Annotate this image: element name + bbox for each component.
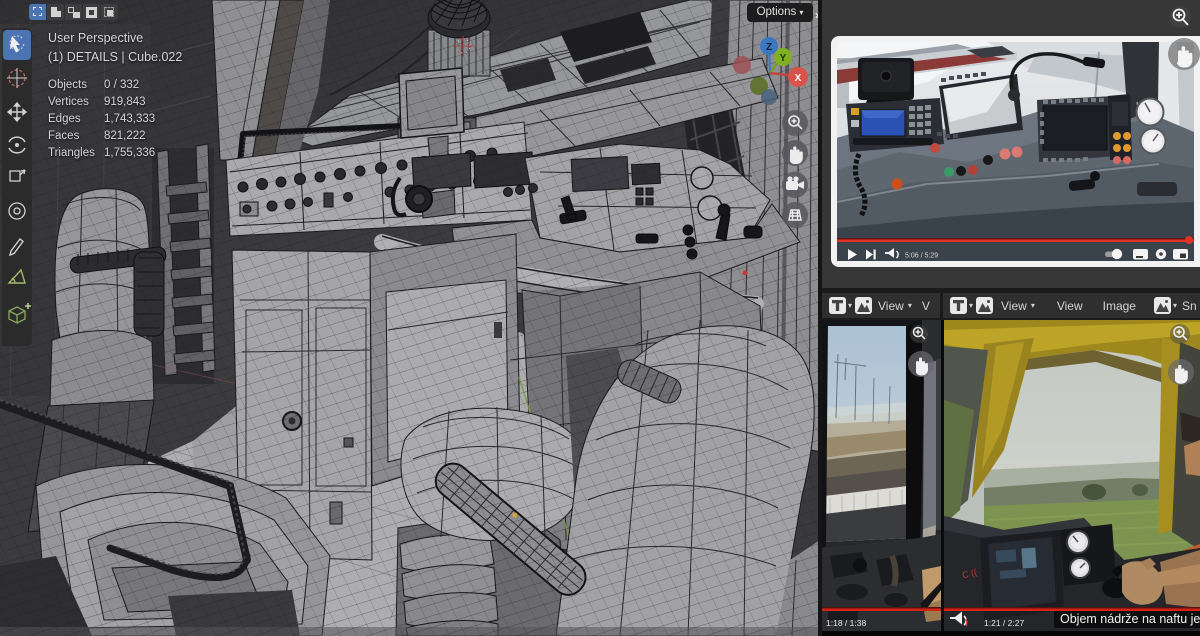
svg-text:5:06 / 5:29: 5:06 / 5:29	[905, 253, 938, 260]
svg-text:1:21 / 2:27: 1:21 / 2:27	[984, 618, 1024, 628]
svg-text:1:18 / 1:38: 1:18 / 1:38	[826, 618, 866, 628]
svg-text:Y: Y	[780, 53, 787, 64]
svg-text:X: X	[795, 73, 802, 84]
svg-text:Z: Z	[766, 42, 772, 53]
svg-text:Objem nádrže na naftu je 4: Objem nádrže na naftu je 4	[1060, 612, 1200, 626]
